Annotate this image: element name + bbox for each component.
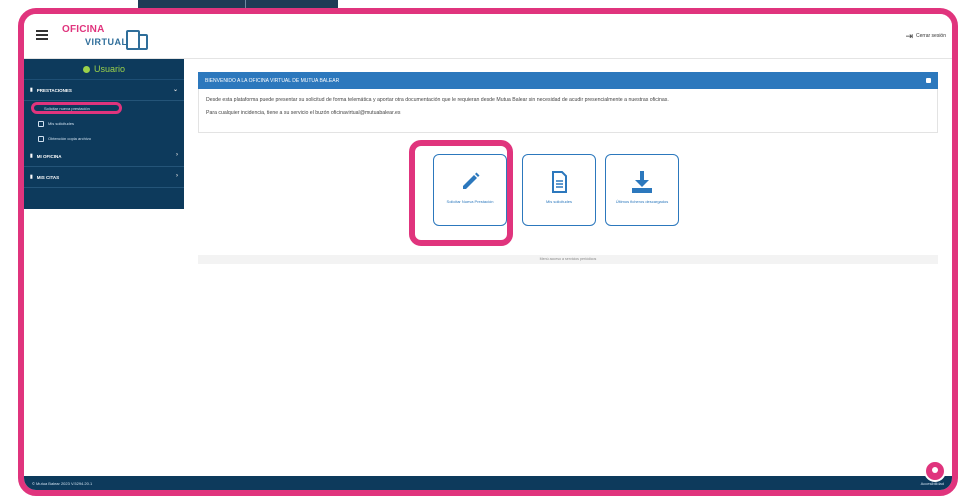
download-icon (632, 171, 652, 193)
tile-solicitar-nueva-prestacion[interactable]: Solicitar Nueva Prestación (433, 154, 507, 226)
status-text: Menú acceso a servicios periódicos (539, 257, 597, 261)
sidebar-user[interactable]: Usuario (24, 59, 184, 80)
logout-label: Cerrar sesión (915, 33, 946, 39)
collapse-icon[interactable] (926, 78, 931, 83)
footer-copyright: © Mutua Balear 2023 V.5294.20.1 (32, 480, 93, 486)
sidebar-item-obtencion-copia[interactable]: Obtención copia archivo (24, 131, 184, 146)
logo-text-oficina: OFICINA (62, 24, 105, 35)
sidebar-section-label: MI OFICINA (36, 153, 62, 159)
tile-mis-solicitudes[interactable]: Mis solicitudes (522, 154, 596, 226)
tile-label: Últimos ficheros descargados (615, 199, 669, 204)
welcome-panel-header: BIENVENIDO A LA OFICINA VIRTUAL DE MUTUA… (198, 72, 938, 89)
sidebar-section-mis-citas[interactable]: ▮ MIS CITAS › (24, 167, 184, 188)
main-content: BIENVENIDO A LA OFICINA VIRTUAL DE MUTUA… (198, 72, 938, 133)
oficina-virtual-logo[interactable]: OFICINA VIRTUAL (62, 22, 157, 52)
welcome-paragraph-1: Desde esta plataforma puede presentar su… (206, 97, 669, 103)
chat-bubble-icon[interactable] (924, 460, 946, 482)
pencil-icon (463, 172, 480, 189)
folder-icon: ▮ (30, 153, 33, 159)
logo-text-virtual: VIRTUAL (85, 37, 128, 47)
sidebar-user-label: Usuario (93, 64, 125, 74)
tile-label: Solicitar Nueva Prestación (446, 199, 494, 204)
action-tiles: Solicitar Nueva Prestación Mis solicitud… (413, 154, 679, 226)
document-icon (552, 171, 567, 193)
folder-icon: ▮ (30, 87, 33, 93)
sidebar-item-solicitar-nueva-prestacion[interactable]: Solicitar nueva prestación (24, 101, 184, 116)
list-icon (38, 135, 44, 142)
sidebar-item-label: Mis solicitudes (48, 121, 75, 126)
folder-icon: ▮ (30, 174, 33, 180)
tile-label: Mis solicitudes (545, 199, 572, 204)
sidebar-item-label: Obtención copia archivo (48, 136, 91, 141)
sidebar-section-prestaciones[interactable]: ▮ PRESTACIONES ⌄ (24, 80, 184, 101)
footer: © Mutua Balear 2023 V.5294.20.1 Accesibi… (24, 476, 952, 490)
chevron-right-icon: › (176, 173, 178, 179)
highlight-ring (31, 102, 122, 114)
sidebar-section-label: PRESTACIONES (36, 87, 72, 93)
welcome-panel-title: BIENVENIDO A LA OFICINA VIRTUAL DE MUTUA… (205, 77, 340, 84)
sidebar-item-mis-solicitudes[interactable]: Mis solicitudes (24, 116, 184, 131)
user-icon (82, 65, 90, 73)
logout-button[interactable]: ⇥ Cerrar sesión (905, 31, 946, 41)
top-header: OFICINA VIRTUAL ⇥ Cerrar sesión (24, 14, 952, 59)
app-window: OFICINA VIRTUAL ⇥ Cerrar sesión Usuario … (18, 8, 958, 496)
sidebar-section-mi-oficina[interactable]: ▮ MI OFICINA › (24, 146, 184, 167)
sidebar: Usuario ▮ PRESTACIONES ⌄ Solicitar nueva… (24, 59, 184, 209)
logo-phone-icon (138, 34, 148, 50)
welcome-panel-body: Desde esta plataforma puede presentar su… (198, 89, 938, 133)
hamburger-menu-icon[interactable] (36, 30, 48, 40)
list-icon (38, 120, 44, 127)
logout-icon: ⇥ (905, 31, 913, 41)
chevron-right-icon: › (176, 152, 178, 158)
welcome-paragraph-2: Para cualquier incidencia, tiene a su se… (206, 110, 401, 116)
chevron-down-icon: ⌄ (172, 87, 178, 93)
tile-ultimos-ficheros[interactable]: Últimos ficheros descargados (605, 154, 679, 226)
services-status-bar: Menú acceso a servicios periódicos (198, 255, 938, 264)
sidebar-section-label: MIS CITAS (36, 174, 60, 180)
